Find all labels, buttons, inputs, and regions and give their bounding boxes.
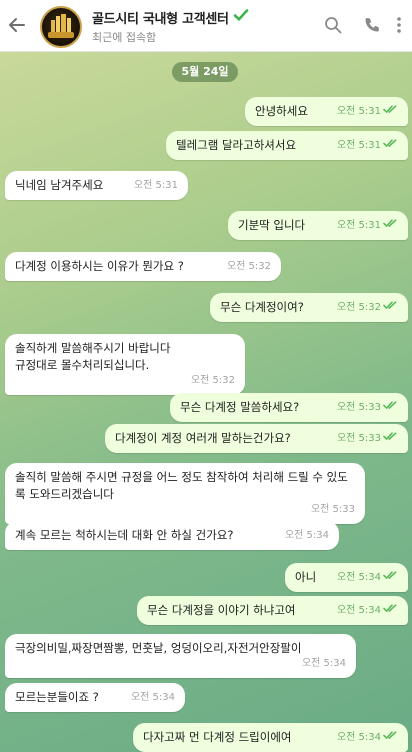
- message-time: 오전 5:33: [336, 433, 381, 444]
- message-meta: 오전 5:32: [337, 299, 398, 316]
- message-meta: 오전 5:33: [337, 399, 398, 416]
- message-text: 다계정이 계정 여러개 말하는건가요?: [115, 431, 291, 445]
- read-receipt-icon: [383, 399, 398, 416]
- chat-title-row: 골드시티 국내형 고객센터: [92, 7, 249, 27]
- read-receipt-icon: [383, 137, 398, 154]
- message-time: 오전 5:32: [190, 375, 235, 386]
- message-meta: 오전 5:32: [15, 372, 235, 389]
- more-menu-icon[interactable]: [392, 14, 406, 36]
- read-receipt-icon: [383, 430, 398, 447]
- message-text: 계속 모르는 척하시는데 대화 안 하실 건가요?: [15, 528, 234, 542]
- message-meta: 오전 5:34: [131, 689, 175, 706]
- read-receipt-icon: [383, 103, 398, 120]
- message-time: 오전 5:31: [133, 180, 178, 191]
- incoming-message[interactable]: 계속 모르는 척하시는데 대화 안 하실 건가요? 오전 5:34: [5, 521, 339, 550]
- message-meta: 오전 5:31: [337, 137, 398, 154]
- message-text: 닉네임 남겨주세요: [15, 178, 104, 192]
- message-time: 오전 5:34: [336, 732, 381, 743]
- message-meta: 오전 5:33: [337, 430, 398, 447]
- avatar[interactable]: [40, 6, 82, 48]
- message-text: 솔직하게 말씀해주시기 바랍니다 규정대로 몰수처리되십니다.: [15, 341, 171, 372]
- message-time: 오전 5:33: [336, 402, 381, 413]
- message-text: 안녕하세요: [255, 104, 308, 118]
- incoming-message[interactable]: 닉네임 남겨주세요 오전 5:31: [5, 171, 188, 200]
- message-time: 오전 5:33: [310, 504, 355, 515]
- incoming-message[interactable]: 극장의비밀,짜장면짬뽕, 먼훗날, 엉덩이오리,자전거안장팔이오전 5:34: [5, 634, 356, 678]
- read-receipt-icon: [383, 217, 398, 234]
- message-text: 아니: [295, 570, 317, 584]
- incoming-message[interactable]: 모르는분들이죠 ? 오전 5:34: [5, 683, 185, 712]
- chat-title: 골드시티 국내형 고객센터: [92, 11, 229, 27]
- read-receipt-icon: [383, 569, 398, 586]
- message-text: 극장의비밀,짜장면짬뽕, 먼훗날, 엉덩이오리,자전거안장팔이: [15, 641, 302, 655]
- message-text: 무슨 다계정을 이야기 하냐고여: [147, 603, 296, 617]
- message-meta: 오전 5:34: [337, 569, 398, 586]
- message-time: 오전 5:34: [130, 692, 175, 703]
- outgoing-message[interactable]: 무슨 다계정 말씀하세요? 오전 5:33: [170, 393, 408, 422]
- message-time: 오전 5:34: [336, 572, 381, 583]
- outgoing-message[interactable]: 무슨 다계정을 이야기 하냐고여 오전 5:34: [137, 596, 408, 625]
- back-arrow-icon[interactable]: [6, 12, 28, 38]
- verified-check-icon: [233, 7, 249, 27]
- message-meta: 오전 5:31: [337, 217, 398, 234]
- message-text: 다자고짜 먼 다계정 드립이에여: [143, 730, 292, 744]
- message-text: 다계정 이용하시는 이유가 뭔가요 ?: [15, 259, 184, 273]
- message-meta: 오전 5:34: [337, 602, 398, 619]
- message-meta: 오전 5:32: [227, 258, 271, 275]
- message-text: 기분딱 입니다: [238, 218, 306, 232]
- message-text: 무슨 다계정이여?: [220, 300, 304, 314]
- outgoing-message[interactable]: 다자고짜 먼 다계정 드립이에여 오전 5:34: [133, 723, 408, 752]
- message-text: 모르는분들이죠 ?: [15, 690, 99, 704]
- message-time: 오전 5:34: [284, 530, 329, 541]
- message-meta: 오전 5:31: [337, 103, 398, 120]
- outgoing-message[interactable]: 텔레그램 달라고하셔서요 오전 5:31: [166, 131, 408, 160]
- message-meta: 오전 5:34: [15, 655, 346, 672]
- incoming-message[interactable]: 다계정 이용하시는 이유가 뭔가요 ? 오전 5:32: [5, 252, 281, 281]
- search-icon[interactable]: [322, 14, 344, 36]
- read-receipt-icon: [383, 729, 398, 746]
- outgoing-message[interactable]: 무슨 다계정이여? 오전 5:32: [210, 293, 408, 322]
- message-time: 오전 5:31: [336, 106, 381, 117]
- message-text: 무슨 다계정 말씀하세요?: [180, 400, 300, 414]
- incoming-message[interactable]: 솔직히 말씀해 주시면 규정을 어느 정도 참작하여 처리해 드릴 수 있도록 …: [5, 463, 365, 524]
- date-separator: 5월 24일: [172, 62, 238, 82]
- message-time: 오전 5:34: [301, 658, 346, 669]
- outgoing-message[interactable]: 아니 오전 5:34: [285, 563, 408, 592]
- message-meta: 오전 5:34: [337, 729, 398, 746]
- message-meta: 오전 5:34: [285, 527, 329, 544]
- message-time: 오전 5:32: [226, 261, 271, 272]
- message-time: 오전 5:31: [336, 140, 381, 151]
- last-seen-status: 최근에 접속함: [92, 31, 157, 44]
- read-receipt-icon: [383, 602, 398, 619]
- incoming-message[interactable]: 솔직하게 말씀해주시기 바랍니다 규정대로 몰수처리되십니다. 오전 5:32: [5, 334, 245, 395]
- message-time: 오전 5:34: [336, 605, 381, 616]
- message-meta: 오전 5:33: [15, 501, 355, 518]
- outgoing-message[interactable]: 안녕하세요 오전 5:31: [245, 97, 408, 126]
- outgoing-message[interactable]: 다계정이 계정 여러개 말하는건가요? 오전 5:33: [105, 424, 408, 453]
- read-receipt-icon: [383, 299, 398, 316]
- chat-header: 골드시티 국내형 고객센터 최근에 접속함: [0, 0, 412, 52]
- message-meta: 오전 5:31: [134, 177, 178, 194]
- message-time: 오전 5:32: [336, 302, 381, 313]
- phone-icon[interactable]: [361, 14, 383, 36]
- outgoing-message[interactable]: 기분딱 입니다 오전 5:31: [228, 211, 408, 240]
- message-text: 텔레그램 달라고하셔서요: [176, 138, 297, 152]
- message-text: 솔직히 말씀해 주시면 규정을 어느 정도 참작하여 처리해 드릴 수 있도록 …: [15, 470, 348, 501]
- message-time: 오전 5:31: [336, 220, 381, 231]
